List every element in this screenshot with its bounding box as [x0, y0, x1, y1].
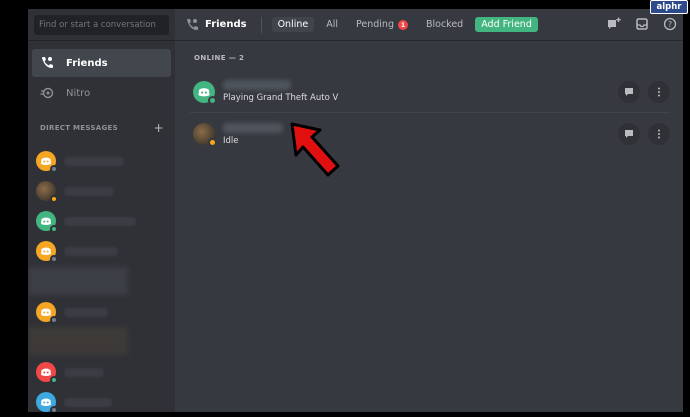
add-dm-button[interactable]: + — [154, 121, 164, 135]
avatar — [193, 123, 217, 147]
dm-name-blurred — [64, 216, 136, 226]
tab-blocked[interactable]: Blocked — [420, 17, 469, 32]
friends-topbar: Friends Online All Pending 1 Blocked Add… — [175, 9, 683, 41]
sidebar-item-label: Nitro — [66, 87, 91, 99]
dm-item[interactable] — [36, 147, 166, 175]
status-online-icon — [50, 376, 58, 384]
friends-icon — [40, 56, 54, 70]
dm-name-blurred — [64, 156, 124, 166]
more-options-button[interactable] — [648, 123, 670, 145]
friend-actions — [618, 123, 670, 145]
status-idle-icon — [208, 138, 217, 147]
status-online-icon — [50, 225, 58, 233]
more-vertical-icon — [658, 87, 660, 97]
help-icon[interactable]: ? — [663, 17, 677, 31]
friend-row[interactable]: Idle — [190, 113, 670, 155]
search-input[interactable] — [34, 15, 169, 35]
tab-pending[interactable]: Pending 1 — [350, 17, 414, 32]
dm-name-blurred — [64, 307, 108, 317]
nitro-icon — [40, 86, 54, 100]
status-offline-icon — [50, 316, 58, 324]
friend-activity: Playing Grand Theft Auto V — [223, 93, 339, 103]
avatar — [36, 392, 58, 412]
dm-item[interactable] — [36, 388, 166, 412]
inbox-icon[interactable] — [635, 17, 649, 31]
message-button[interactable] — [618, 123, 640, 145]
svg-text:?: ? — [668, 20, 672, 29]
dm-item[interactable] — [36, 358, 166, 386]
dm-name-blurred — [64, 367, 104, 377]
friend-row[interactable]: Playing Grand Theft Auto V — [190, 71, 670, 113]
message-icon — [625, 88, 633, 96]
add-friend-button[interactable]: Add Friend — [475, 17, 538, 32]
sidebar-item-label: Friends — [66, 57, 108, 69]
sidebar-item-nitro[interactable]: Nitro — [32, 79, 171, 107]
avatar — [36, 151, 58, 173]
friend-actions — [618, 81, 670, 103]
topbar-actions: ? — [607, 17, 677, 31]
dm-header-label: DIRECT MESSAGES — [40, 124, 118, 132]
dm-name-blurred — [64, 246, 118, 256]
tab-all[interactable]: All — [320, 17, 344, 32]
alphr-watermark-logo: alphr — [650, 0, 688, 14]
friend-name-blurred — [223, 80, 291, 90]
blurred-dm-item — [28, 327, 128, 355]
online-count-header: ONLINE — 2 — [194, 54, 245, 62]
status-idle-icon — [50, 195, 58, 203]
friend-activity: Idle — [223, 135, 239, 146]
dm-item[interactable] — [36, 177, 166, 205]
avatar — [36, 302, 58, 324]
avatar — [193, 80, 217, 105]
status-offline-icon — [50, 165, 58, 173]
message-icon — [625, 130, 633, 138]
divider — [260, 16, 262, 33]
tab-pending-label: Pending — [356, 19, 394, 30]
sidebar: Friends Nitro DIRECT MESSAGES + — [28, 9, 175, 412]
friend-info: Playing Grand Theft Auto V — [223, 80, 338, 103]
avatar — [36, 362, 58, 384]
friend-info: Idle — [223, 122, 283, 146]
more-vertical-icon — [658, 129, 660, 139]
friends-icon — [185, 18, 199, 32]
discord-window: Friends Nitro DIRECT MESSAGES + — [28, 9, 683, 412]
status-offline-icon — [50, 255, 58, 263]
status-offline-icon — [50, 406, 58, 412]
more-options-button[interactable] — [648, 81, 670, 103]
dm-item[interactable] — [36, 298, 166, 326]
new-group-dm-icon[interactable] — [607, 17, 621, 31]
pending-count-badge: 1 — [397, 19, 408, 30]
status-online-icon — [208, 95, 217, 105]
dm-item[interactable] — [36, 237, 166, 265]
avatar — [36, 211, 58, 233]
dm-item[interactable] — [36, 207, 166, 235]
avatar — [36, 241, 58, 263]
dm-name-blurred — [64, 186, 114, 196]
blurred-dm-item — [28, 267, 128, 295]
direct-messages-header: DIRECT MESSAGES + — [40, 121, 164, 135]
tab-online[interactable]: Online — [271, 17, 315, 32]
red-arrow-annotation-icon — [290, 122, 340, 177]
message-button[interactable] — [618, 81, 640, 103]
sidebar-item-friends[interactable]: Friends — [32, 49, 171, 77]
search-bar — [28, 9, 175, 41]
friends-title: Friends — [185, 18, 247, 32]
dm-name-blurred — [64, 397, 112, 407]
friend-name-blurred — [223, 122, 283, 133]
avatar — [36, 181, 58, 203]
page-title: Friends — [205, 19, 247, 30]
